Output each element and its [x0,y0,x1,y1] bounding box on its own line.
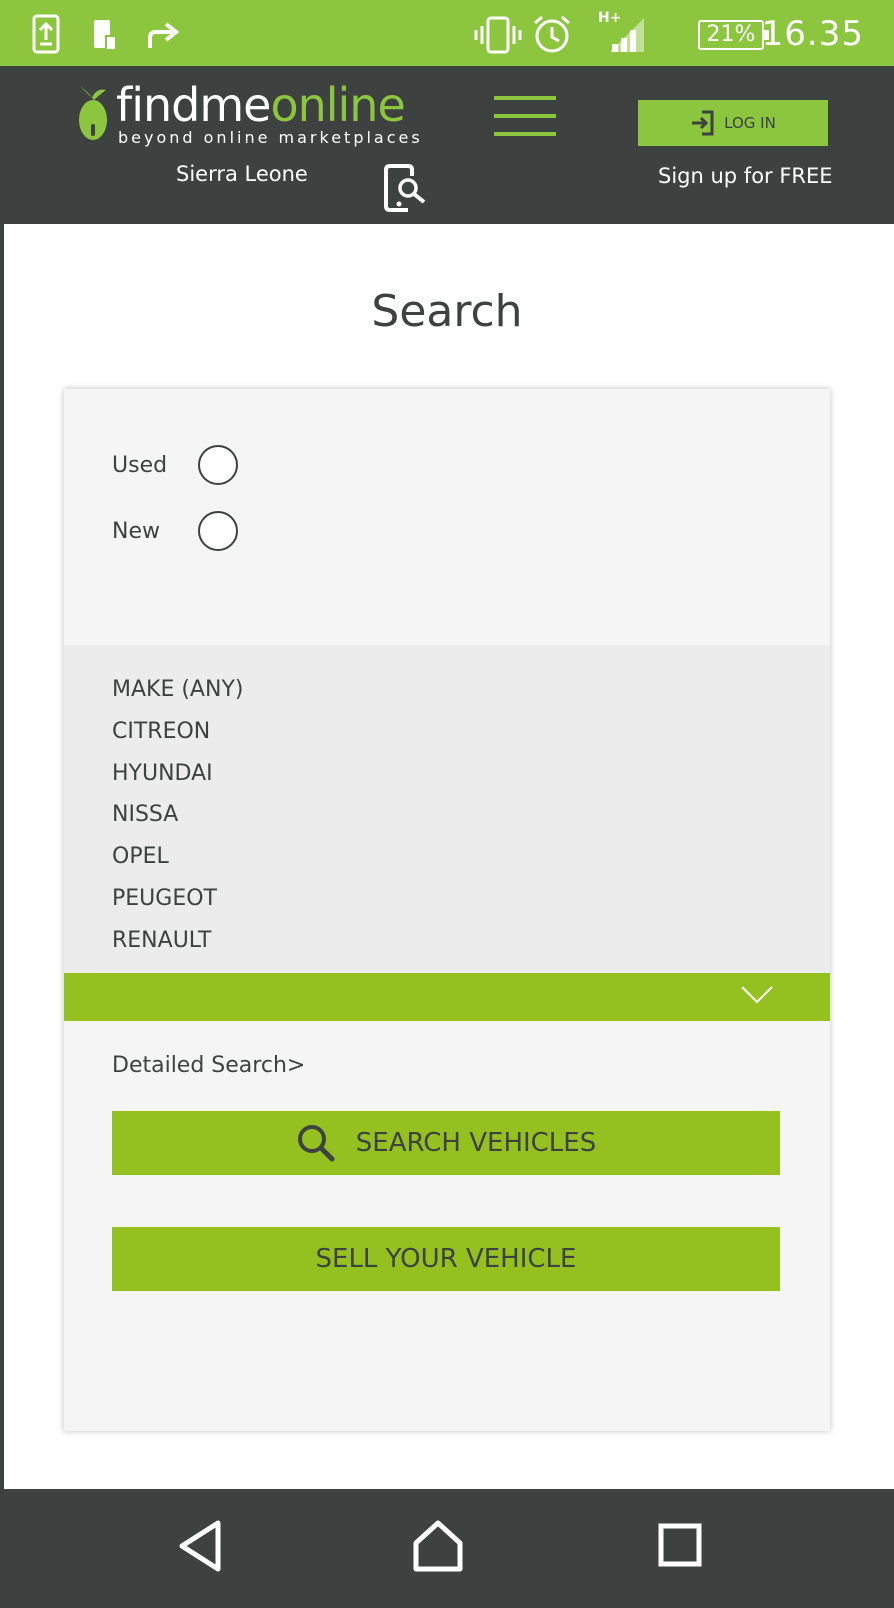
sell-vehicle-button[interactable]: SELL YOUR VEHICLE [112,1227,780,1291]
acorn-logo-icon [79,86,107,140]
page-title: Search [371,286,523,337]
vibrate-icon [474,16,522,54]
search-icon [297,1125,335,1162]
make-option[interactable]: HYUNDAI [112,761,213,786]
condition-used-label: Used [112,452,168,478]
make-option[interactable]: PEUGEOT [112,886,217,911]
condition-new-radio[interactable] [198,511,238,551]
make-option[interactable]: MAKE (ANY) [112,677,243,702]
logo-wordmark: findmeonline [116,78,406,132]
search-card: Used New MAKE (ANY) CITREON HYUNDAI NISS… [64,389,830,1431]
logo-main-text: findme [116,78,271,132]
alarm-icon [534,15,570,53]
make-dropdown-toggle[interactable] [64,973,830,1021]
make-option[interactable]: RENAULT [112,928,211,953]
make-option[interactable]: NISSA [112,802,178,827]
back-icon[interactable] [178,1519,222,1573]
menu-bar [494,96,556,100]
login-label: LOG IN [724,114,776,132]
sell-vehicle-label: SELL YOUR VEHICLE [315,1244,577,1274]
condition-used-radio[interactable] [198,445,238,485]
status-bar: H+ 21% 16.35 [0,0,894,66]
screen-transfer-icon [32,14,60,54]
signup-link[interactable]: Sign up for FREE [658,164,833,188]
frame-right-content [890,224,894,1489]
make-listbox[interactable]: MAKE (ANY) CITREON HYUNDAI NISSA OPEL PE… [64,645,830,973]
logo[interactable]: findmeonline beyond online marketplaces [76,78,420,147]
detailed-search-link[interactable]: Detailed Search> [112,1053,305,1078]
country-selector[interactable]: Sierra Leone [176,162,308,186]
login-button[interactable]: LOG IN [638,100,828,146]
phone-search-icon[interactable] [382,162,430,214]
battery-icon: 21% [698,20,769,50]
signal-icon [610,18,644,52]
site-header: findmeonline beyond online marketplaces … [4,66,890,224]
logo-tagline: beyond online marketplaces [118,128,423,147]
login-icon [692,110,714,136]
condition-used-option[interactable]: Used [112,445,238,485]
search-vehicles-label: SEARCH VEHICLES [355,1128,597,1158]
menu-bar [494,114,556,118]
condition-new-option[interactable]: New [112,511,238,551]
make-option[interactable]: CITREON [112,719,210,744]
phone-download-icon [94,20,117,51]
logo-accent-text: online [270,78,405,132]
share-arrow-icon [148,22,180,48]
clock: 16.35 [761,14,864,54]
menu-bar [494,132,556,136]
hamburger-menu-icon[interactable] [494,96,556,142]
home-icon[interactable] [412,1519,464,1573]
make-option[interactable]: OPEL [112,844,169,869]
chevron-down-icon [741,986,773,1004]
recent-apps-icon[interactable] [658,1523,702,1567]
search-vehicles-button[interactable]: SEARCH VEHICLES [112,1111,780,1175]
android-nav-bar [4,1489,890,1608]
condition-new-label: New [112,518,160,544]
